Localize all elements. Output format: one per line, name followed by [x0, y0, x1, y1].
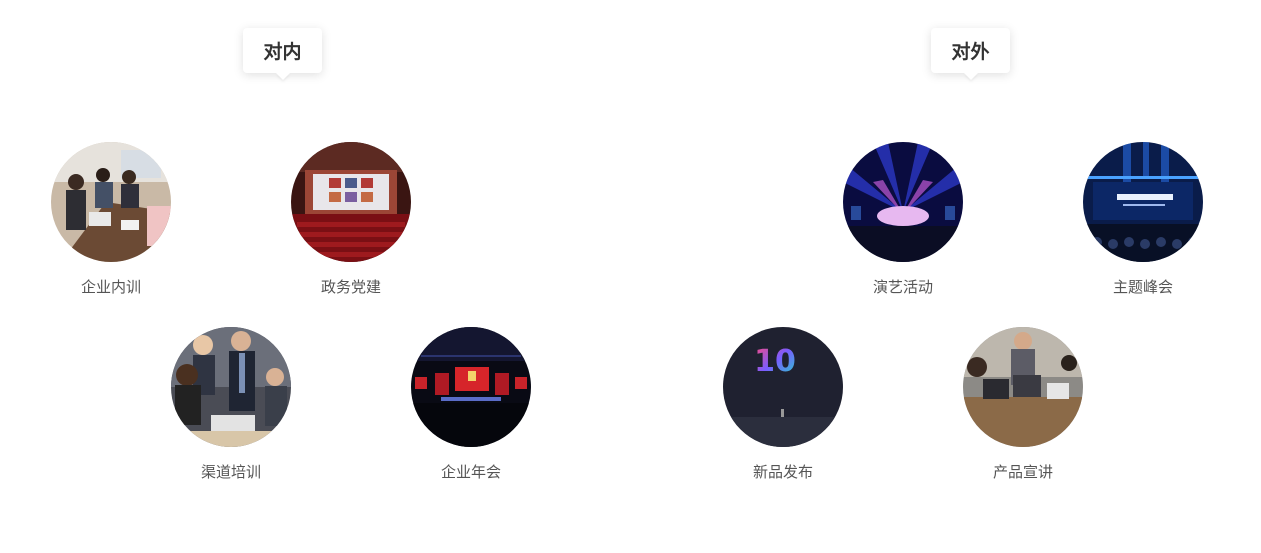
promo-label: 产品宣讲 [992, 463, 1053, 481]
launch-image: 10 [723, 327, 843, 447]
scenario-annual[interactable]: 企业年会 [391, 327, 551, 481]
annual-label: 企业年会 [440, 463, 501, 481]
scenario-channel[interactable]: 渠道培训 [151, 327, 311, 481]
performance-label: 演艺活动 [872, 278, 933, 296]
external-group-tag: 对外 [931, 28, 1010, 73]
scenario-performance[interactable]: 演艺活动 [823, 142, 983, 296]
summit-label: 主题峰会 [1112, 278, 1173, 296]
training-label: 企业内训 [80, 278, 141, 296]
summit-image [1083, 142, 1203, 262]
internal-group-title: 对内 [263, 41, 302, 63]
scenario-summit[interactable]: 主题峰会 [1063, 142, 1223, 296]
party-label: 政务党建 [320, 278, 381, 296]
external-group-title: 对外 [951, 41, 990, 63]
scenario-training[interactable]: 企业内训 [31, 142, 191, 296]
party-image [291, 142, 411, 262]
annual-image [411, 327, 531, 447]
launch-number-graphic: 10 [754, 344, 796, 379]
scenario-party[interactable]: 政务党建 [271, 142, 431, 296]
internal-group-tag: 对内 [243, 28, 322, 73]
channel-label: 渠道培训 [200, 463, 261, 481]
scenario-launch[interactable]: 10 新品发布 [703, 327, 863, 481]
promo-image [963, 327, 1083, 447]
scenario-promo[interactable]: 产品宣讲 [943, 327, 1103, 481]
training-image [51, 142, 171, 262]
performance-image [843, 142, 963, 262]
launch-label: 新品发布 [752, 463, 813, 481]
channel-image [171, 327, 291, 447]
